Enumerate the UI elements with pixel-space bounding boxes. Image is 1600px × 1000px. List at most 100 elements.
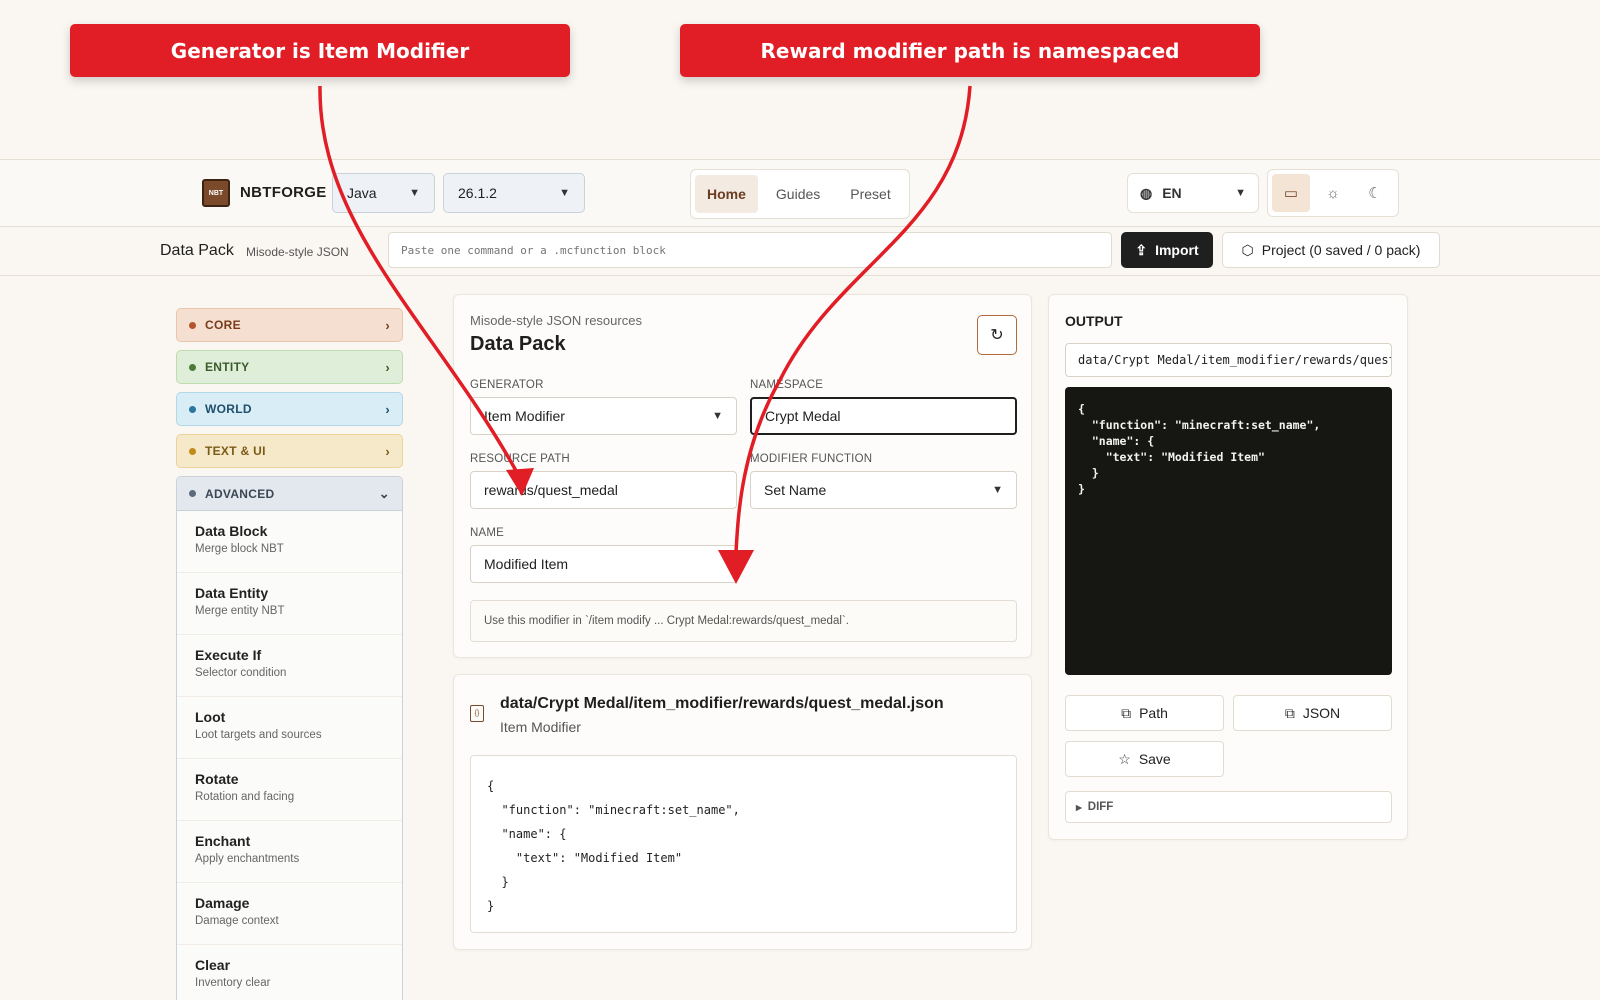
chevron-down-icon: ▼ [712, 410, 723, 422]
modifier-function-select[interactable]: Set Name ▼ [750, 471, 1017, 509]
sidebar-item-damage[interactable]: Damage Damage context [177, 883, 402, 945]
usage-hint: Use this modifier in `/item modify ... C… [470, 600, 1017, 642]
diff-label: DIFF [1087, 801, 1114, 813]
resource-path-label: RESOURCE PATH [470, 453, 570, 465]
diff-toggle[interactable]: ▸ DIFF [1065, 791, 1392, 823]
command-input[interactable] [388, 232, 1112, 268]
namespace-label: NAMESPACE [750, 379, 824, 391]
page-subtitle: Misode-style JSON [246, 245, 349, 259]
project-label: Project (0 saved / 0 pack) [1261, 242, 1421, 258]
output-path-field[interactable]: data/Crypt Medal/item_modifier/rewards/q… [1065, 343, 1392, 377]
edition-value: Java [347, 185, 377, 201]
item-desc: Selector condition [195, 667, 287, 679]
chevron-down-icon: ▼ [992, 484, 1003, 496]
modifier-function-label: MODIFIER FUNCTION [750, 453, 873, 465]
chevron-down-icon: ▼ [559, 187, 570, 199]
file-code: { "function": "minecraft:set_name", "nam… [470, 755, 1017, 933]
namespace-input[interactable]: Crypt Medal [750, 397, 1017, 435]
editor-title: Data Pack [470, 333, 566, 355]
name-label: NAME [470, 527, 505, 539]
project-button[interactable]: ⬡ Project (0 saved / 0 pack) [1222, 232, 1440, 268]
file-path: data/Crypt Medal/item_modifier/rewards/q… [500, 695, 944, 712]
category-entity[interactable]: ENTITY › [176, 350, 403, 384]
generator-value: Item Modifier [484, 408, 565, 424]
item-desc: Apply enchantments [195, 853, 300, 865]
sidebar-item-rotate[interactable]: Rotate Rotation and facing [177, 759, 402, 821]
file-preview-card: {} data/Crypt Medal/item_modifier/reward… [453, 674, 1032, 950]
package-icon: ⬡ [1241, 241, 1254, 258]
logo-icon: NBT [202, 179, 230, 207]
output-code: { "function": "minecraft:set_name", "nam… [1065, 387, 1392, 675]
edition-select[interactable]: Java ▼ [332, 173, 435, 213]
item-title: Clear [195, 957, 231, 973]
save-label: Save [1138, 751, 1171, 767]
editor-card: Misode-style JSON resources Data Pack ↻ … [453, 294, 1032, 658]
sun-icon[interactable]: ☼ [1314, 174, 1352, 212]
import-button[interactable]: ⇪ Import [1121, 232, 1213, 268]
save-button[interactable]: ☆ Save [1065, 741, 1224, 777]
item-desc: Rotation and facing [195, 791, 295, 803]
star-icon: ☆ [1118, 750, 1131, 767]
item-title: Execute If [195, 647, 262, 663]
generator-label: GENERATOR [470, 379, 544, 391]
version-select[interactable]: 26.1.2 ▼ [443, 173, 585, 213]
reset-button[interactable]: ↻ [977, 315, 1017, 355]
language-select[interactable]: ◍ EN ▼ [1127, 173, 1259, 213]
globe-icon: ◍ [1140, 184, 1153, 201]
chevron-down-icon: ▼ [409, 187, 420, 199]
annotation-banner-namespace: Reward modifier path is namespaced [680, 24, 1260, 77]
resource-path-input[interactable]: rewards/quest_medal [470, 471, 737, 509]
category-world[interactable]: WORLD › [176, 392, 403, 426]
item-desc: Damage context [195, 915, 279, 927]
item-title: Rotate [195, 771, 239, 787]
category-dot [189, 447, 196, 455]
resource-path-value: rewards/quest_medal [484, 482, 618, 498]
item-desc: Merge block NBT [195, 543, 284, 555]
sidebar-item-data-entity[interactable]: Data Entity Merge entity NBT [177, 573, 402, 635]
item-desc: Merge entity NBT [195, 605, 285, 617]
copy-icon: ⧉ [1121, 704, 1132, 721]
category-dot [189, 321, 196, 329]
import-label: Import [1155, 242, 1199, 258]
copy-path-label: Path [1139, 705, 1168, 721]
chevron-right-icon: › [385, 443, 390, 459]
nav-guides[interactable]: Guides [764, 175, 832, 213]
item-title: Enchant [195, 833, 251, 849]
file-kind: Item Modifier [500, 719, 581, 735]
sidebar-item-execute-if[interactable]: Execute If Selector condition [177, 635, 402, 697]
category-core[interactable]: CORE › [176, 308, 403, 342]
desktop-icon[interactable]: ▭ [1272, 174, 1310, 212]
category-dot [189, 363, 196, 371]
name-input[interactable]: Modified Item [470, 545, 737, 583]
version-value: 26.1.2 [458, 185, 497, 201]
command-bar: Data Pack Misode-style JSON ⇪ Import ⬡ P… [0, 228, 1600, 276]
nav-preset[interactable]: Preset [838, 175, 902, 213]
editor-eyebrow: Misode-style JSON resources [470, 313, 642, 328]
sidebar-item-enchant[interactable]: Enchant Apply enchantments [177, 821, 402, 883]
modifier-function-value: Set Name [764, 482, 827, 498]
chevron-right-icon: › [385, 401, 390, 417]
sidebar-item-clear[interactable]: Clear Inventory clear [177, 945, 402, 1000]
generator-select[interactable]: Item Modifier ▼ [470, 397, 737, 435]
moon-icon[interactable]: ☾ [1356, 174, 1394, 212]
chevron-down-icon: ⌄ [378, 485, 390, 501]
category-dot [189, 405, 196, 413]
copy-path-button[interactable]: ⧉ Path [1065, 695, 1224, 731]
category-label: ADVANCED [205, 486, 275, 501]
copy-json-label: JSON [1302, 705, 1341, 721]
sidebar-item-loot[interactable]: Loot Loot targets and sources [177, 697, 402, 759]
category-text-ui[interactable]: TEXT & UI › [176, 434, 403, 468]
name-value: Modified Item [484, 556, 569, 572]
triangle-right-icon: ▸ [1076, 802, 1082, 814]
item-title: Data Block [195, 523, 268, 539]
language-value: EN [1162, 185, 1182, 201]
sidebar-item-data-block[interactable]: Data Block Merge block NBT [177, 511, 402, 573]
category-advanced[interactable]: ADVANCED ⌄ [177, 477, 402, 511]
nav-home[interactable]: Home [695, 175, 758, 213]
item-title: Damage [195, 895, 250, 911]
category-label: TEXT & UI [205, 444, 266, 458]
output-panel: OUTPUT data/Crypt Medal/item_modifier/re… [1048, 294, 1408, 840]
copy-json-button[interactable]: ⧉ JSON [1233, 695, 1392, 731]
item-desc: Inventory clear [195, 977, 271, 989]
page-title: Data Pack [160, 242, 234, 259]
